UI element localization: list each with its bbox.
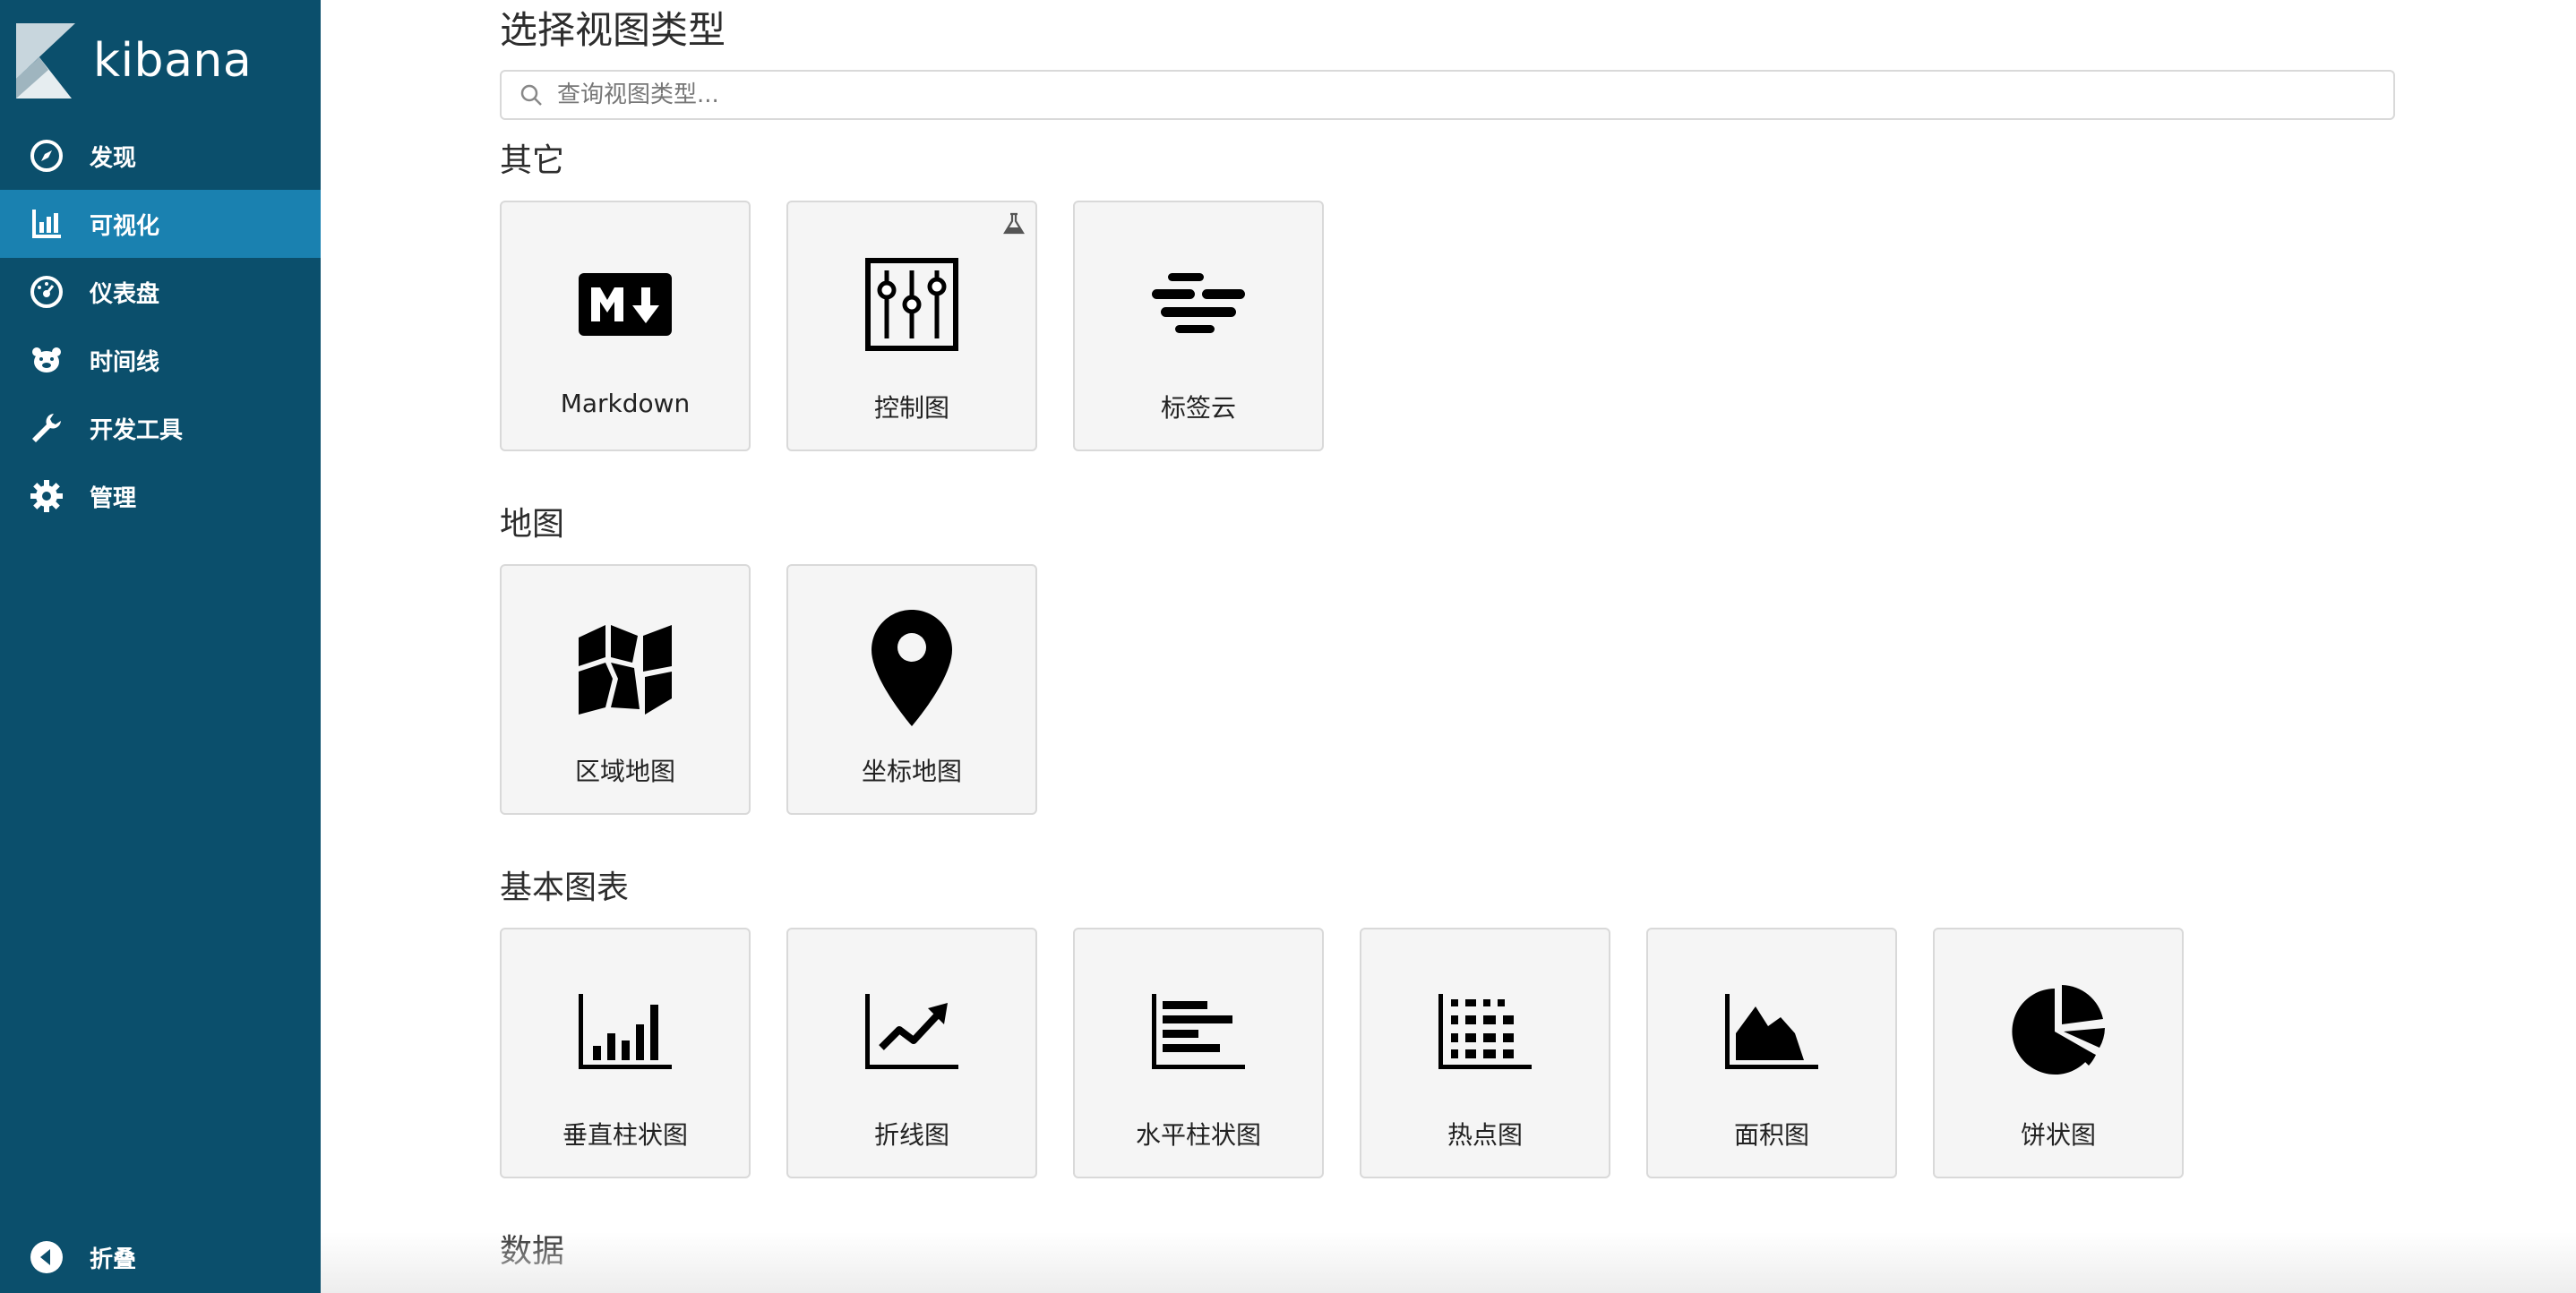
search-icon [520,84,542,106]
sidebar-item-label: 开发工具 [90,416,184,444]
sidebar-item-dashboard[interactable]: 仪表盘 [0,258,321,326]
card-label: 热点图 [1447,1120,1523,1150]
page-title: 选择视图类型 [500,8,726,52]
sidebar-item-label: 发现 [90,144,137,172]
sidebar-item-management[interactable]: 管理 [0,462,321,530]
flask-beaker-icon [1003,212,1025,235]
collapse-label: 折叠 [90,1246,137,1273]
gear-icon [29,478,64,514]
compass-icon [29,138,64,174]
vis-card-pie[interactable]: 饼状图 [1933,928,2184,1178]
section-title-other: 其它 [500,142,565,179]
vis-card-coordinate-map[interactable]: 坐标地图 [786,564,1037,815]
vis-card-controls[interactable]: 控制图 [786,201,1037,451]
sidebar-nav: 发现 可视化 仪表盘 时间线 开发工具 管理 [0,122,321,530]
chevron-left-circle-icon [29,1239,64,1275]
horizontal-bar-icon [1075,980,1322,1083]
vis-card-region-map[interactable]: 区域地图 [500,564,751,815]
sidebar-item-label: 管理 [90,484,137,512]
controls-sliders-icon [788,253,1035,356]
sidebar-item-label: 时间线 [90,348,160,376]
vis-card-area[interactable]: 面积图 [1646,928,1897,1178]
card-label: 垂直柱状图 [562,1120,688,1150]
section-title-data: 数据 [500,1233,565,1270]
pie-chart-icon [1935,980,2182,1083]
card-label: 饼状图 [2020,1120,2096,1150]
vis-card-heatmap[interactable]: 热点图 [1360,928,1610,1178]
search-input[interactable] [555,81,2350,109]
search-box[interactable] [500,70,2395,120]
bar-chart-icon [29,206,64,242]
sidebar-item-devtools[interactable]: 开发工具 [0,394,321,462]
section-title-maps: 地图 [500,506,565,543]
card-label: 折线图 [873,1120,949,1150]
region-map-icon [502,616,749,720]
section-title-basic-charts: 基本图表 [500,869,630,906]
vertical-bar-icon [502,980,749,1083]
collapse-button[interactable]: 折叠 [0,1223,321,1291]
card-label: 控制图 [873,393,949,423]
sidebar-item-label: 仪表盘 [90,280,160,308]
bottom-scroll-shadow [321,1232,2576,1293]
kibana-logo-icon [16,23,75,98]
card-label: 坐标地图 [861,757,962,786]
card-label: 标签云 [1160,393,1236,423]
dashboard-gauge-icon [29,274,64,310]
main-content: 选择视图类型 其它 Markdown [321,0,2576,1293]
sidebar-item-label: 可视化 [90,212,160,240]
tag-cloud-icon [1075,253,1322,356]
card-label: 面积图 [1733,1120,1809,1150]
area-chart-icon [1648,980,1895,1083]
heatmap-icon [1361,980,1609,1083]
markdown-icon [502,253,749,356]
vis-card-tagcloud[interactable]: 标签云 [1073,201,1324,451]
card-label: Markdown [560,389,691,418]
sidebar-item-visualize[interactable]: 可视化 [0,190,321,258]
sidebar-item-timelion[interactable]: 时间线 [0,326,321,394]
line-chart-icon [788,980,1035,1083]
timelion-bear-icon [29,342,64,378]
logo-text: kibana [93,34,253,88]
vis-card-vertical-bar[interactable]: 垂直柱状图 [500,928,751,1178]
sidebar: kibana 发现 可视化 仪表盘 时间线 开发工具 管理 折叠 [0,0,321,1293]
vis-card-horizontal-bar[interactable]: 水平柱状图 [1073,928,1324,1178]
wrench-icon [29,410,64,446]
card-label: 区域地图 [574,757,675,786]
vis-card-markdown[interactable]: Markdown [500,201,751,451]
vis-card-line[interactable]: 折线图 [786,928,1037,1178]
card-label: 水平柱状图 [1135,1120,1261,1150]
sidebar-item-discover[interactable]: 发现 [0,122,321,190]
kibana-logo[interactable]: kibana [16,23,252,98]
map-pin-icon [788,610,1035,726]
